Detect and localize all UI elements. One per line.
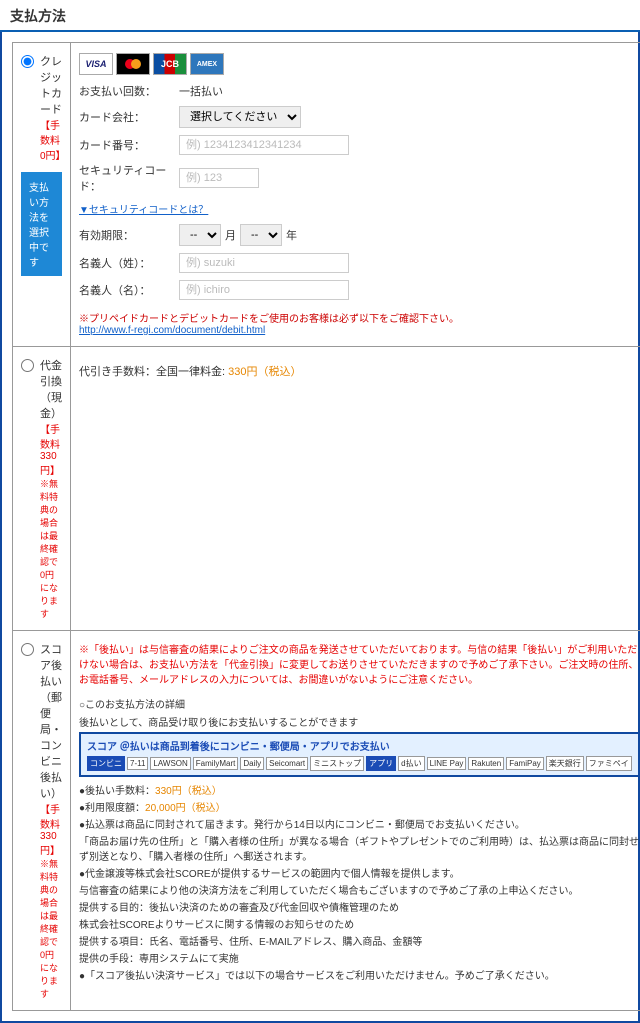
- exp-label: 有効期限：: [79, 227, 179, 243]
- banner-logo-2: LAWSON: [150, 757, 190, 770]
- later-line-8: 提供する項目：氏名、電話番号、住所、E‑MAILアドレス、購入商品、金額等: [79, 933, 640, 948]
- later-line-1: ●利用限度額：20,000円（税込）: [79, 799, 640, 814]
- banner-logo-0: コンビニ: [87, 756, 125, 771]
- later-subdesc: 後払いとして、商品受け取り後にお支払いすることができます: [79, 714, 640, 729]
- prepaid-link[interactable]: http://www.f-regi.com/document/debit.htm…: [79, 325, 265, 336]
- later-line-10: ●「スコア後払い決済サービス」では以下の場合サービスをご利用いただけません。予め…: [79, 967, 640, 982]
- cod-radio[interactable]: [21, 359, 34, 372]
- later-details: ●後払い手数料：330円（税込） ●利用限度額：20,000円（税込） ●払込票は商…: [79, 782, 640, 982]
- banner-logo-12: 楽天銀行: [546, 756, 584, 771]
- mastercard-icon: [116, 53, 150, 75]
- cod-fee-value: 330円（税込）: [228, 366, 301, 378]
- later-line-5: 与信審査の結果により他の決済方法をご利用していただく場合もございますので予めご了…: [79, 882, 640, 897]
- banner-head: スコア ＠払いは商品到着後にコンビニ・郵便局・アプリでお支払い: [87, 738, 632, 753]
- selected-indicator: 支払い方法を選択中です: [21, 172, 62, 276]
- later-radio[interactable]: [21, 643, 34, 656]
- payment-methods-panel: クレジットカード 【手数料0円】 支払い方法を選択中です VISA JCB AM…: [0, 32, 640, 1023]
- payment-table: クレジットカード 【手数料0円】 支払い方法を選択中です VISA JCB AM…: [12, 42, 640, 1011]
- pay-count-label: お支払い回数：: [79, 83, 179, 99]
- banner-logos: コンビニ7-11LAWSONFamilyMartDailySeicomartミニ…: [87, 756, 632, 771]
- banner-logo-13: ファミペイ: [586, 756, 632, 771]
- banner-logo-4: Daily: [240, 757, 264, 770]
- banner-logo-11: FamiPay: [506, 757, 544, 770]
- score-banner: スコア ＠払いは商品到着後にコンビニ・郵便局・アプリでお支払い コンビニ7-11…: [79, 732, 640, 777]
- lastname-input[interactable]: [179, 253, 349, 273]
- seccode-input[interactable]: [179, 168, 259, 188]
- cod-left: 代金引換（現金） 【手数料330円】 ※無料特典の場合は最終確認で0円になります: [13, 347, 71, 631]
- later-line-0: ●後払い手数料：330円（税込）: [79, 782, 640, 797]
- later-line-6: 提供する目的：後払い決済のための審査及び代金回収や債権管理のため: [79, 899, 640, 914]
- credit-left: クレジットカード 【手数料0円】 支払い方法を選択中です: [13, 43, 71, 347]
- exp-year-unit: 年: [286, 227, 297, 243]
- later-line-7: 株式会社SCOREよりサービスに関する情報のお知らせのため: [79, 916, 640, 931]
- prepaid-note: ※プリペイドカードとデビットカードをご使用のお客様は必ず以下をご確認下さい。: [79, 314, 459, 325]
- exp-year-select[interactable]: --: [240, 224, 282, 246]
- cardno-input[interactable]: [179, 135, 349, 155]
- cod-label: 代金引換（現金）: [40, 357, 62, 421]
- company-label: カード会社：: [79, 109, 179, 125]
- lastname-label: 名義人（姓）：: [79, 255, 179, 271]
- banner-logo-9: LINE Pay: [427, 757, 467, 770]
- credit-fee: 【手数料0円】: [40, 117, 62, 162]
- later-line-4: ●代金譲渡等株式会社SCOREが提供するサービスの範囲内で個人情報を提供します。: [79, 865, 640, 880]
- seccode-help-link[interactable]: ▼セキュリティコードとは？: [79, 205, 208, 216]
- later-note: ※無料特典の場合は最終確認で0円になります: [40, 857, 62, 1000]
- seccode-label: セキュリティコード：: [79, 162, 179, 194]
- firstname-input[interactable]: [179, 280, 349, 300]
- banner-logo-1: 7-11: [127, 757, 148, 770]
- banner-logo-6: ミニストップ: [310, 756, 364, 771]
- credit-label: クレジットカード: [40, 53, 62, 117]
- later-subhead: ○このお支払方法の詳細: [79, 696, 640, 711]
- later-line-9: 提供の手段：専用システムにて実施: [79, 950, 640, 965]
- later-fee: 【手数料330円】: [40, 801, 62, 857]
- page-title: 支払方法: [0, 0, 640, 32]
- pay-count-value: 一括払い: [179, 83, 223, 99]
- later-line-3: 「商品お届け先の住所」と「購入者様の住所」が異なる場合（ギフトやプレゼントでのご…: [79, 833, 640, 863]
- banner-logo-7: アプリ: [366, 756, 396, 771]
- firstname-label: 名義人（名）：: [79, 282, 179, 298]
- cod-note: ※無料特典の場合は最終確認で0円になります: [40, 477, 62, 620]
- banner-logo-8: d払い: [398, 756, 424, 771]
- later-left: スコア後払い（郵便局・コンビニ後払い） 【手数料330円】 ※無料特典の場合は最…: [13, 631, 71, 1011]
- amex-icon: AMEX: [190, 53, 224, 75]
- company-select[interactable]: 選択してください: [179, 106, 301, 128]
- later-warning: ※「後払い」は与信審査の結果によりご注文の商品を発送させていただいております。与…: [79, 641, 640, 686]
- cardno-label: カード番号：: [79, 137, 179, 153]
- exp-month-unit: 月: [225, 227, 236, 243]
- later-label: スコア後払い（郵便局・コンビニ後払い）: [40, 641, 62, 801]
- banner-logo-5: Seicomart: [266, 757, 308, 770]
- card-logos: VISA JCB AMEX: [79, 53, 640, 75]
- later-line-2: ●払込票は商品に同封されて届きます。発行から14日以内にコンビニ・郵便局でお支払…: [79, 816, 640, 831]
- cod-body: 代引き手数料：全国一律料金: 330円（税込）: [71, 347, 640, 631]
- later-body: ※「後払い」は与信審査の結果によりご注文の商品を発送させていただいております。与…: [71, 631, 640, 1011]
- exp-month-select[interactable]: --: [179, 224, 221, 246]
- credit-radio[interactable]: [21, 55, 34, 68]
- banner-logo-3: FamilyMart: [193, 757, 239, 770]
- banner-logo-10: Rakuten: [468, 757, 504, 770]
- credit-body: VISA JCB AMEX お支払い回数： 一括払い カード会社： 選択してくだ…: [71, 43, 640, 347]
- jcb-icon: JCB: [153, 53, 187, 75]
- cod-fee: 【手数料330円】: [40, 421, 62, 477]
- cod-fee-label: 代引き手数料：全国一律料金:: [79, 366, 225, 378]
- visa-icon: VISA: [79, 53, 113, 75]
